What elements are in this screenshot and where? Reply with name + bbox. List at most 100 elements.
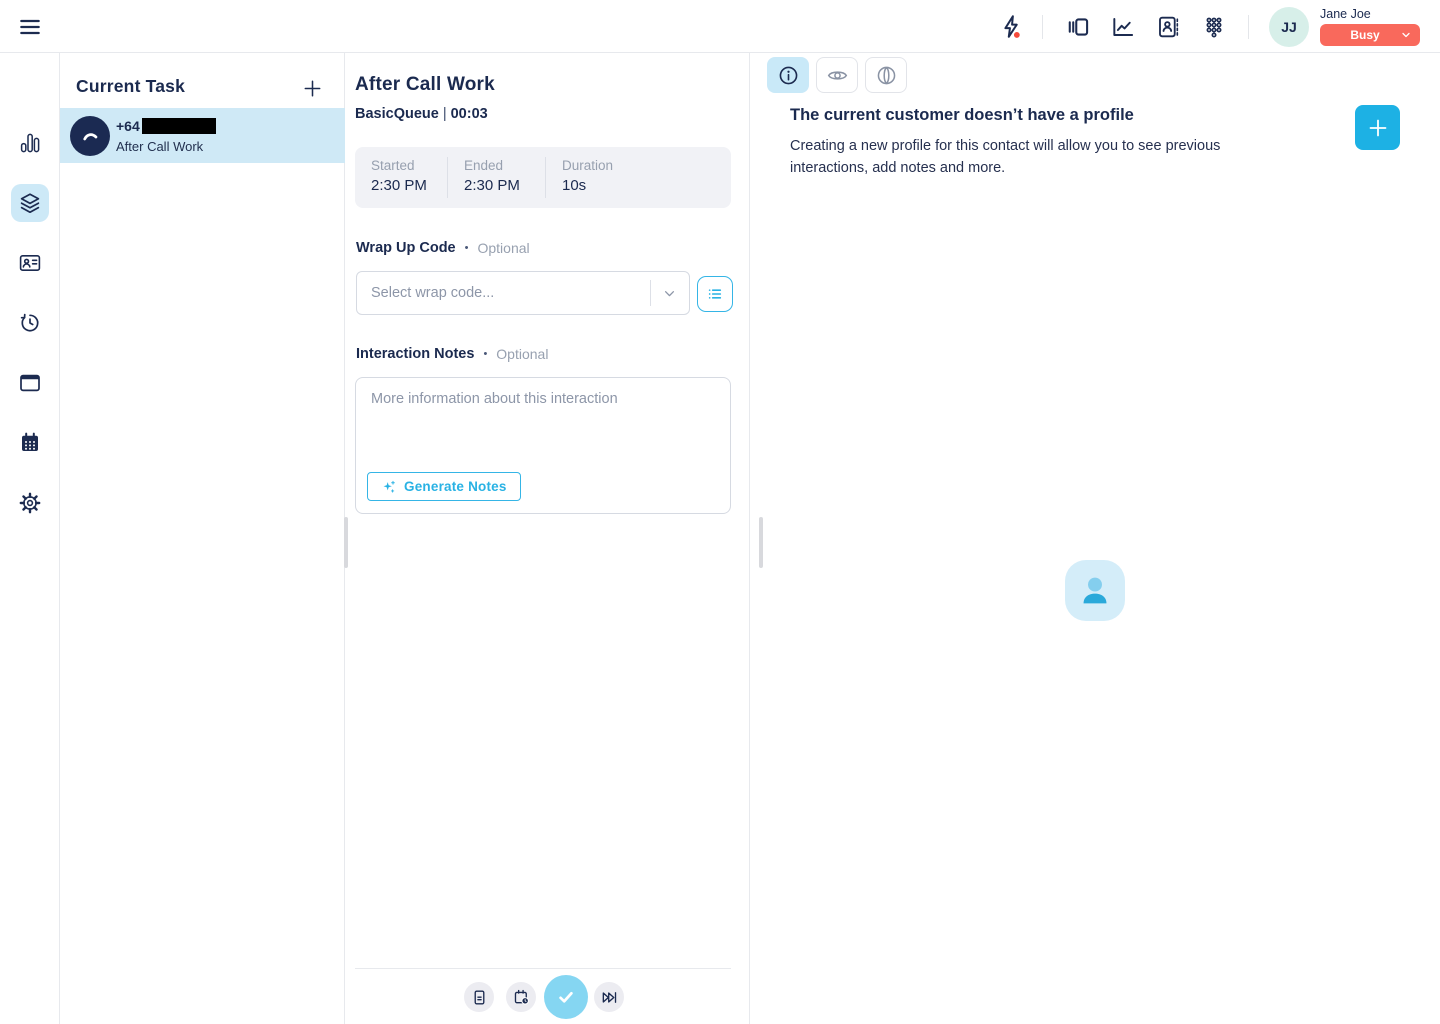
summary-started: Started 2:30 PM <box>355 147 447 208</box>
eye-icon <box>826 64 849 87</box>
add-task-button[interactable] <box>298 74 326 102</box>
redacted-phone-number <box>142 118 216 134</box>
schedule-callback-button[interactable] <box>506 982 536 1012</box>
wrap-up-code-label-row: Wrap Up Code • Optional <box>356 240 530 256</box>
hamburger-menu-icon <box>17 14 43 40</box>
customer-panel-scrollbar[interactable] <box>759 517 763 568</box>
notifications-button[interactable] <box>995 11 1027 43</box>
check-icon <box>554 985 578 1009</box>
after-call-work-panel: After Call Work BasicQueue|00:03 Started… <box>345 53 750 1024</box>
customer-avatar-placeholder <box>1065 560 1125 621</box>
notes-optional-label: Optional <box>496 346 548 362</box>
queue-separator: | <box>443 106 447 122</box>
task-avatar <box>70 116 110 156</box>
bullet-separator: • <box>465 242 469 254</box>
summary-duration: Duration 10s <box>546 147 613 208</box>
task-panel-title: Current Task <box>76 76 185 97</box>
tab-preview[interactable] <box>816 57 858 93</box>
contacts-directory-button[interactable] <box>1152 11 1184 43</box>
tab-profile-info[interactable] <box>767 57 809 93</box>
bullet-separator: • <box>483 348 487 360</box>
panels-view-button[interactable] <box>1062 11 1094 43</box>
no-profile-title: The current customer doesn’t have a prof… <box>790 106 1134 125</box>
status-dropdown-button[interactable]: Busy <box>1320 24 1420 46</box>
started-value: 2:30 PM <box>371 177 447 194</box>
hamburger-menu-button[interactable] <box>14 11 46 43</box>
plus-icon <box>301 77 324 100</box>
interaction-notes-label-row: Interaction Notes • Optional <box>356 346 548 362</box>
browser-window-icon <box>18 371 42 395</box>
sidebar-item-tasks[interactable] <box>11 184 49 222</box>
bar-chart-icon <box>18 131 42 155</box>
skip-next-button[interactable] <box>594 982 624 1012</box>
ended-label: Ended <box>464 158 545 173</box>
calendar-icon <box>18 431 42 455</box>
interaction-notes-label: Interaction Notes <box>356 346 474 362</box>
header-divider <box>1248 15 1249 39</box>
sidebar-item-history[interactable] <box>12 305 48 341</box>
interaction-notes-box: Generate Notes <box>355 377 731 514</box>
skip-forward-icon <box>600 988 619 1007</box>
task-panel-scrollbar[interactable] <box>344 517 348 568</box>
user-initials: JJ <box>1281 19 1297 35</box>
lightning-icon <box>997 13 1025 41</box>
sidebar-item-metrics[interactable] <box>12 125 48 161</box>
metrics-button[interactable] <box>1107 11 1139 43</box>
notes-document-button[interactable] <box>464 982 494 1012</box>
contact-book-icon <box>1155 14 1181 40</box>
line-chart-icon <box>1110 14 1136 40</box>
customer-profile-panel: The current customer doesn’t have a prof… <box>750 53 1440 1024</box>
task-list-panel: Current Task +64 After Call Work <box>60 53 345 1024</box>
current-task-list-item[interactable]: +64 After Call Work <box>60 108 345 163</box>
tab-compare[interactable] <box>865 57 907 93</box>
summary-ended: Ended 2:30 PM <box>448 147 545 208</box>
calendar-clock-icon <box>512 988 531 1007</box>
wrap-code-select[interactable]: Select wrap code... <box>356 271 690 315</box>
sidebar-item-browser[interactable] <box>12 365 48 401</box>
wrap-up-optional-label: Optional <box>477 240 529 256</box>
dialpad-button[interactable] <box>1198 11 1230 43</box>
phone-prefix: +64 <box>116 118 140 134</box>
phone-handset-icon <box>79 125 101 147</box>
queue-name: BasicQueue <box>355 106 439 122</box>
history-icon <box>18 311 42 335</box>
chevron-down-icon <box>1400 29 1412 41</box>
sparkle-icon <box>381 479 397 495</box>
user-avatar[interactable]: JJ <box>1269 7 1309 47</box>
complete-task-button[interactable] <box>544 975 588 1019</box>
acw-timer: 00:03 <box>451 106 488 122</box>
duration-value: 10s <box>562 177 613 194</box>
task-phone-number: +64 <box>116 118 216 134</box>
wrap-up-code-label: Wrap Up Code <box>356 240 456 256</box>
sidebar-item-settings[interactable] <box>12 485 48 521</box>
call-summary-box: Started 2:30 PM Ended 2:30 PM Duration 1… <box>355 147 731 208</box>
task-stack-icon <box>18 191 42 215</box>
generate-notes-label: Generate Notes <box>404 479 507 494</box>
wrap-code-placeholder: Select wrap code... <box>371 285 650 301</box>
sidebar-item-calendar[interactable] <box>12 425 48 461</box>
list-icon <box>705 284 725 304</box>
generate-notes-button[interactable]: Generate Notes <box>367 472 521 501</box>
dialpad-icon <box>1201 14 1227 40</box>
detail-panel-title: After Call Work <box>355 74 495 96</box>
started-label: Started <box>371 158 447 173</box>
header-divider <box>1042 15 1043 39</box>
split-circle-icon <box>875 64 898 87</box>
task-subtitle: After Call Work <box>116 139 203 154</box>
info-icon <box>777 64 800 87</box>
plus-icon <box>1366 116 1390 140</box>
document-icon <box>470 988 489 1007</box>
settings-gear-icon <box>18 491 42 515</box>
chevron-down-icon <box>661 285 678 302</box>
contact-card-icon <box>18 251 42 275</box>
sidebar-item-contact-card[interactable] <box>12 245 48 281</box>
wrap-code-list-button[interactable] <box>697 276 733 312</box>
top-header: JJ Jane Joe Busy <box>0 0 1440 53</box>
create-profile-button[interactable] <box>1355 105 1400 150</box>
left-nav-rail <box>0 53 60 1024</box>
no-profile-description: Creating a new profile for this contact … <box>790 136 1260 179</box>
select-divider <box>650 280 651 306</box>
person-icon <box>1073 569 1117 613</box>
duration-label: Duration <box>562 158 613 173</box>
queue-and-timer: BasicQueue|00:03 <box>355 106 488 122</box>
